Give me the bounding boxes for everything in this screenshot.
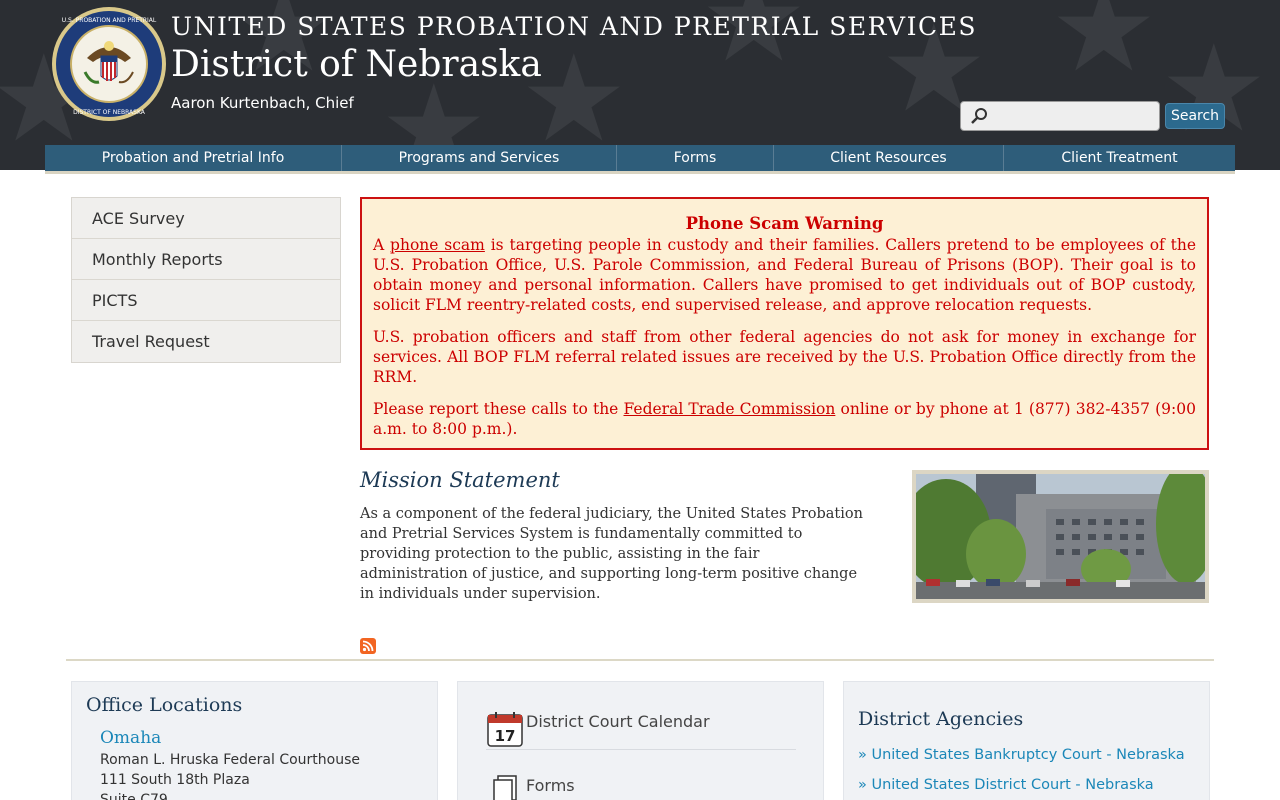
warning-paragraph-1: A phone scam is targeting people in cust…: [373, 235, 1196, 315]
courthouse-photo: [912, 470, 1209, 603]
warning-text: A: [373, 236, 391, 254]
star-decoration: ★: [1050, 0, 1158, 99]
sidebar-item-ace-survey[interactable]: ACE Survey: [72, 198, 340, 239]
sidebar-item-picts[interactable]: PICTS: [72, 280, 340, 321]
office-address-line: 111 South 18th Plaza: [100, 772, 250, 788]
ftc-link[interactable]: Federal Trade Commission: [624, 400, 836, 418]
warning-text: Please report these calls to the: [373, 400, 624, 418]
search-box[interactable]: [960, 101, 1160, 131]
star-decoration: ★: [1160, 20, 1268, 159]
district-title[interactable]: District of Nebraska: [171, 44, 542, 85]
section-divider: [66, 659, 1214, 661]
district-court-link[interactable]: » United States District Court - Nebrask…: [858, 777, 1154, 793]
svg-text:DISTRICT OF NEBRASKA: DISTRICT OF NEBRASKA: [73, 109, 146, 116]
phone-scam-link[interactable]: phone scam: [390, 236, 485, 254]
main-nav: Probation and Pretrial Info Programs and…: [45, 145, 1235, 174]
office-locations-title: Office Locations: [86, 694, 243, 716]
district-agencies-card: District Agencies » United States Bankru…: [843, 681, 1210, 800]
phone-scam-warning: Phone Scam Warning A phone scam is targe…: [360, 197, 1209, 450]
rss-feed-icon[interactable]: [360, 638, 376, 654]
nav-item-client-treatment[interactable]: Client Treatment: [1004, 145, 1235, 171]
nav-item-forms[interactable]: Forms: [617, 145, 774, 171]
office-locations-card: Office Locations Omaha Roman L. Hruska F…: [71, 681, 438, 800]
search-button[interactable]: Search: [1165, 103, 1225, 129]
bankruptcy-court-link[interactable]: » United States Bankruptcy Court - Nebra…: [858, 747, 1185, 763]
svg-text:17: 17: [495, 727, 516, 745]
mission-title: Mission Statement: [360, 468, 560, 492]
calendar-icon: 17: [487, 712, 523, 747]
office-address-line: Suite C79: [100, 792, 168, 800]
sidebar-menu: ACE Survey Monthly Reports PICTS Travel …: [71, 197, 341, 363]
forms-link[interactable]: Forms: [486, 764, 796, 800]
warning-paragraph-3: Please report these calls to the Federal…: [373, 399, 1196, 439]
district-court-calendar-label: District Court Calendar: [526, 712, 710, 731]
svg-text:U.S. PROBATION AND PRETRIAL: U.S. PROBATION AND PRETRIAL: [62, 17, 157, 24]
sidebar-item-monthly-reports[interactable]: Monthly Reports: [72, 239, 340, 280]
warning-paragraph-2: U.S. probation officers and staff from o…: [373, 328, 1196, 386]
warning-text: is targeting people in custody and their…: [373, 236, 1196, 314]
agency-name: UNITED STATES PROBATION AND PRETRIAL SER…: [171, 12, 977, 41]
sidebar-item-travel-request[interactable]: Travel Request: [72, 321, 340, 362]
forms-icon: [493, 775, 517, 800]
district-seal-logo[interactable]: U.S. PROBATION AND PRETRIAL DISTRICT OF …: [51, 6, 167, 122]
search-input[interactable]: [995, 106, 1155, 126]
nav-item-client-resources[interactable]: Client Resources: [774, 145, 1004, 171]
chief-name: Aaron Kurtenbach, Chief: [171, 94, 354, 112]
quick-links-card: 17 District Court Calendar Forms: [457, 681, 824, 800]
office-city-link[interactable]: Omaha: [100, 728, 161, 748]
nav-item-probation-pretrial-info[interactable]: Probation and Pretrial Info: [45, 145, 342, 171]
nav-item-programs-services[interactable]: Programs and Services: [342, 145, 617, 171]
forms-label: Forms: [526, 776, 575, 795]
search-icon: [971, 108, 987, 124]
mission-text: As a component of the federal judiciary,…: [360, 506, 863, 602]
district-agencies-title: District Agencies: [858, 708, 1024, 730]
district-court-calendar-link[interactable]: 17 District Court Calendar: [486, 700, 796, 750]
office-address-line: Roman L. Hruska Federal Courthouse: [100, 752, 360, 768]
warning-title: Phone Scam Warning: [685, 214, 884, 233]
